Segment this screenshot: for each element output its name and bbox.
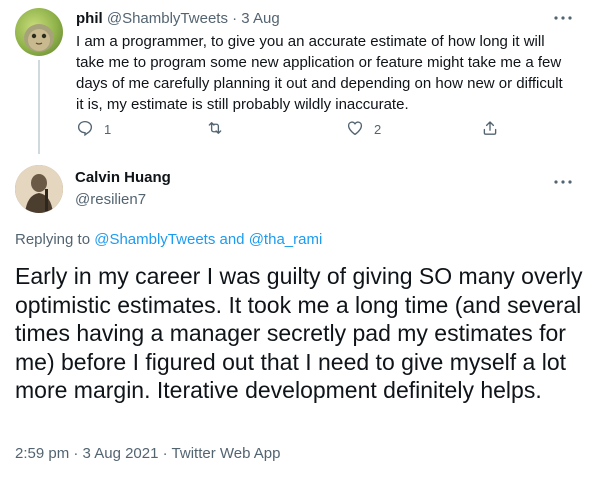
parent-tweet-header: phil @ShamblyTweets · 3 Aug [76, 10, 280, 27]
thread-connector-line [38, 60, 40, 154]
main-tweet-text: Early in my career I was guilty of givin… [15, 263, 583, 403]
replying-to-and[interactable]: and [220, 231, 245, 248]
more-horizontal-icon[interactable] [554, 12, 572, 22]
parent-date[interactable]: 3 Aug [241, 10, 279, 27]
tweet-time[interactable]: 2:59 pm [15, 445, 69, 462]
parent-tweet-text: I am a programmer, to give you an accura… [76, 33, 563, 113]
replying-to-user-link[interactable]: @tha_rami [249, 231, 323, 248]
tweet-date[interactable]: 3 Aug 2021 [83, 445, 159, 462]
author-display-name[interactable]: Calvin Huang [75, 169, 171, 186]
meta-separator: · [162, 445, 168, 462]
parent-tweet-actions: 1 2 [76, 119, 516, 141]
tweet-source[interactable]: Twitter Web App [172, 445, 281, 462]
replying-to-user-link[interactable]: @ShamblyTweets [94, 231, 215, 248]
retweet-icon [206, 119, 224, 140]
heart-icon [346, 119, 364, 140]
header-separator: · [232, 10, 238, 27]
meta-separator: · [73, 445, 79, 462]
more-horizontal-icon[interactable] [554, 176, 572, 186]
retweet-button[interactable] [206, 119, 224, 140]
share-button[interactable] [481, 119, 499, 140]
reply-button[interactable]: 1 [76, 119, 111, 140]
author-handle[interactable]: @resilien7 [75, 191, 146, 208]
reply-icon [76, 119, 94, 140]
like-count: 2 [374, 122, 382, 137]
like-button[interactable]: 2 [346, 119, 381, 140]
avatar-phil[interactable] [15, 8, 63, 56]
share-icon [481, 119, 499, 140]
reply-count: 1 [104, 122, 112, 137]
replying-to: Replying to @ShamblyTweets and @tha_rami [15, 231, 322, 248]
avatar-calvin[interactable] [15, 165, 63, 213]
parent-handle[interactable]: @ShamblyTweets [107, 10, 228, 27]
parent-display-name[interactable]: phil [76, 10, 103, 27]
replying-to-label: Replying to [15, 231, 91, 248]
tweet-metadata: 2:59 pm · 3 Aug 2021 · Twitter Web App [15, 445, 281, 462]
